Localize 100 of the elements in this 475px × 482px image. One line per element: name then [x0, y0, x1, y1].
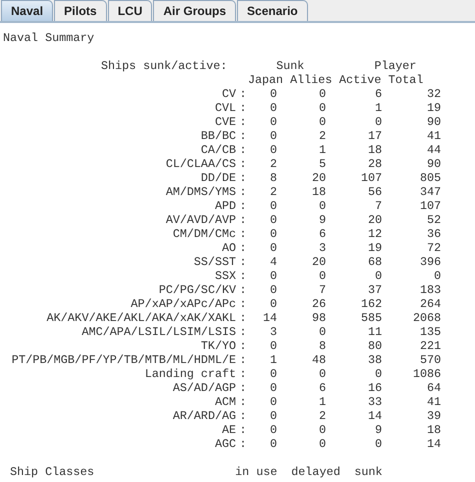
tab[interactable]: Pilots: [54, 0, 107, 21]
ship-type-label: PT/PB/MGB/PF/YP/TB/MTB/ML/HDML/E: [10, 353, 236, 367]
ship-type-label: CM/DM/CMc: [172, 227, 236, 241]
table-cell: 162: [360, 297, 382, 311]
table-cell: 8: [270, 171, 277, 185]
ship-type-label: AV/AVD/AVP: [164, 213, 236, 227]
table-cell: 18: [368, 143, 382, 157]
ship-type-label: CVL: [214, 101, 236, 115]
table-cell: 0: [318, 87, 326, 101]
ship-type-label: DD/DE: [200, 171, 236, 185]
table-cell: 56: [368, 185, 382, 199]
table-cell: 9: [374, 423, 382, 437]
separator: :: [238, 227, 248, 241]
table-cell: 0: [318, 269, 326, 283]
table-cell: 221: [420, 339, 441, 353]
table-cell: 3: [270, 325, 277, 339]
table-cell: 0: [270, 143, 277, 157]
table-cell: 39: [426, 409, 441, 423]
table-cell: 48: [312, 353, 326, 367]
tab[interactable]: Naval: [1, 0, 54, 21]
column-header: delayed: [291, 465, 340, 479]
table-cell: 18: [312, 185, 326, 199]
table-cell: 37: [368, 283, 382, 297]
table-cell: 0: [270, 423, 277, 437]
table-cell: 18: [426, 423, 441, 437]
ship-type-label: AK/AKV/AKE/AKL/AKA/xAK/XAKL: [46, 311, 236, 325]
table-cell: 14: [368, 409, 382, 423]
table-cell: 28: [368, 157, 382, 171]
table-cell: 1086: [412, 367, 441, 381]
table-cell: 19: [368, 241, 382, 255]
separator: :: [238, 297, 248, 311]
table-cell: 347: [420, 185, 441, 199]
separator: :: [238, 241, 248, 255]
separator: :: [238, 409, 248, 423]
table-cell: 0: [270, 115, 277, 129]
table-cell: 11: [368, 325, 382, 339]
separator: :: [238, 437, 248, 451]
table-cell: 0: [374, 115, 382, 129]
ship-type-label: CA/CB: [200, 143, 236, 157]
table-cell: 0: [318, 325, 326, 339]
table-cell: 2: [270, 157, 277, 171]
table-cell: 14: [426, 437, 441, 451]
column-header: Allies: [290, 73, 332, 87]
table-cell: 264: [420, 297, 441, 311]
ship-type-label: CV: [220, 87, 236, 101]
ship-type-label: BB/BC: [200, 129, 236, 143]
table-cell: 7: [374, 199, 382, 213]
ship-type-label: AGC: [214, 437, 236, 451]
ship-type-label: AS/AD/AGP: [172, 381, 236, 395]
separator: :: [238, 199, 248, 213]
tab[interactable]: Air Groups: [153, 0, 236, 21]
table-cell: 0: [270, 87, 277, 101]
table-cell: 570: [420, 353, 441, 367]
tab[interactable]: Scenario: [237, 0, 308, 21]
table-cell: 12: [368, 227, 382, 241]
separator: :: [238, 171, 248, 185]
table-cell: 2: [318, 129, 326, 143]
table-cell: 0: [270, 129, 277, 143]
table-cell: 0: [318, 437, 326, 451]
table-cell: 0: [270, 409, 277, 423]
tab[interactable]: LCU: [108, 0, 152, 21]
ship-type-label: AE: [220, 423, 236, 437]
table-cell: 6: [318, 381, 326, 395]
separator: :: [238, 87, 248, 101]
table-cell: 90: [426, 157, 441, 171]
table-cell: 0: [270, 339, 277, 353]
separator: :: [238, 115, 248, 129]
table-cell: 1: [318, 143, 326, 157]
table-cell: 0: [270, 227, 277, 241]
table-cell: 585: [360, 311, 382, 325]
table-cell: 0: [270, 199, 277, 213]
header-label: Ships sunk/active:: [101, 59, 228, 73]
table-cell: 64: [426, 381, 441, 395]
table-cell: 20: [312, 171, 326, 185]
ship-type-label: Landing craft: [144, 367, 236, 381]
table-cell: 8: [318, 339, 326, 353]
table-cell: 98: [312, 311, 326, 325]
ship-type-label: TK/YO: [200, 339, 236, 353]
column-group-header: Player: [374, 59, 416, 73]
column-header: sunk: [354, 465, 382, 479]
separator: :: [238, 367, 248, 381]
ship-type-label: CVE: [214, 115, 236, 129]
separator: :: [238, 185, 248, 199]
table-cell: 6: [374, 87, 382, 101]
ship-type-label: APD: [214, 199, 236, 213]
table-cell: 38: [368, 353, 382, 367]
table-cell: 14: [262, 311, 277, 325]
table-cell: 2: [270, 185, 277, 199]
separator: :: [238, 255, 248, 269]
table-cell: 4: [270, 255, 277, 269]
column-group-header: Sunk: [276, 59, 304, 73]
table-cell: 7: [318, 283, 326, 297]
table-cell: 107: [420, 199, 441, 213]
separator: :: [238, 353, 248, 367]
table-cell: 5: [318, 157, 326, 171]
table-cell: 0: [374, 367, 382, 381]
table-cell: 0: [434, 269, 441, 283]
table-cell: 2068: [412, 311, 441, 325]
table-cell: 1: [270, 353, 277, 367]
table-cell: 2: [318, 409, 326, 423]
